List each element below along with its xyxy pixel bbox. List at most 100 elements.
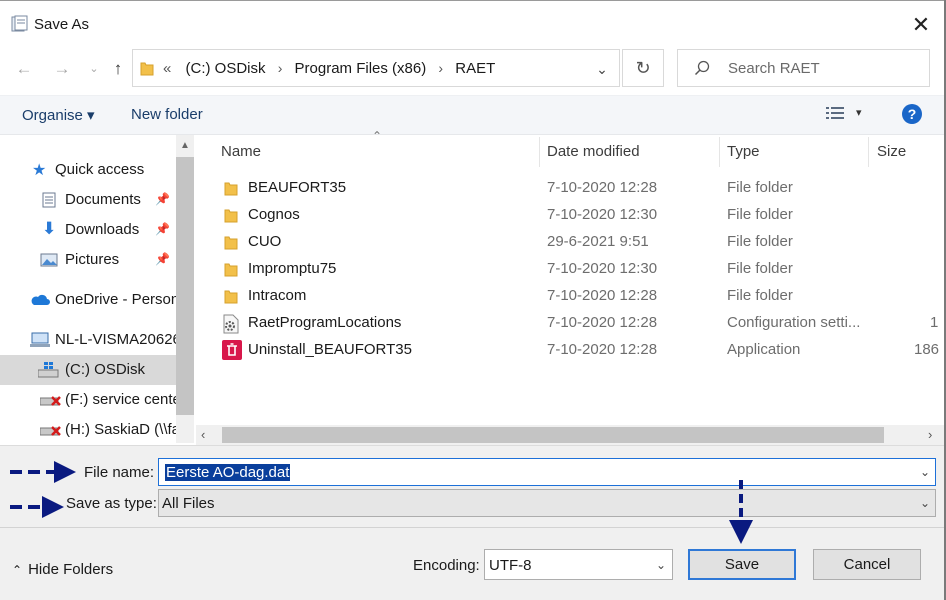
new-folder-button[interactable]: New folder xyxy=(131,106,203,123)
config-file-icon xyxy=(222,314,240,338)
file-date: 7-10-2020 12:28 xyxy=(547,314,658,331)
chevron-down-icon[interactable]: ⌄ xyxy=(917,464,933,480)
chevron-down-icon[interactable]: ⌄ xyxy=(653,557,669,573)
save-as-type-select[interactable]: All Files ⌄ xyxy=(158,489,936,517)
save-button[interactable]: Save xyxy=(688,549,796,580)
nav-item-this-pc[interactable]: NL-L-VISMA20626 xyxy=(0,325,176,355)
cloud-icon xyxy=(30,294,50,310)
nav-item-label: Downloads xyxy=(65,221,140,238)
view-options-chevron-icon[interactable]: ▾ xyxy=(856,106,862,119)
close-icon[interactable]: ✕ xyxy=(906,10,936,40)
star-icon: ★ xyxy=(32,162,47,179)
table-row[interactable]: Impromptu75 7-10-2020 12:30 File folder xyxy=(196,256,946,283)
scroll-left-icon[interactable]: ‹ xyxy=(201,427,205,442)
nav-item-documents[interactable]: Documents 📌 xyxy=(0,185,176,215)
save-as-type-value: All Files xyxy=(162,495,215,512)
file-type: File folder xyxy=(727,206,793,223)
file-name: Uninstall_BEAUFORT35 xyxy=(248,341,412,358)
window-title: Save As xyxy=(34,16,90,33)
organise-button[interactable]: Organise ▾ xyxy=(22,106,95,124)
file-name: RaetProgramLocations xyxy=(248,314,402,331)
nav-item-h-drive[interactable]: (H:) SaskiaD (\\fa xyxy=(0,415,176,445)
save-as-app-icon xyxy=(10,15,28,33)
table-row[interactable]: RaetProgramLocations 7-10-2020 12:28 Con… xyxy=(196,310,946,337)
arrow-down-icon xyxy=(729,520,753,544)
file-name: Intracom xyxy=(248,287,307,304)
nav-item-label: OneDrive - Person xyxy=(55,291,176,308)
nav-item-onedrive[interactable]: OneDrive - Person xyxy=(0,285,176,315)
breadcrumb-raet[interactable]: RAET xyxy=(455,60,495,77)
pictures-icon xyxy=(40,253,58,271)
back-arrow-icon[interactable]: ← xyxy=(12,57,36,81)
file-name-field[interactable]: Eerste AO-dag.dat ⌄ xyxy=(158,458,936,486)
column-header-name[interactable]: Name xyxy=(221,143,261,160)
table-row[interactable]: CUO 29-6-2021 9:51 File folder xyxy=(196,229,946,256)
hide-folders-button[interactable]: ⌃ Hide Folders xyxy=(12,561,113,578)
folder-icon xyxy=(224,208,238,223)
nav-item-label: NL-L-VISMA20626 xyxy=(55,331,176,348)
breadcrumb-program-files[interactable]: Program Files (x86) xyxy=(295,60,427,77)
refresh-icon[interactable]: ↻ xyxy=(622,49,664,87)
forward-arrow-icon[interactable]: → xyxy=(50,57,74,81)
table-row[interactable]: BEAUFORT35 7-10-2020 12:28 File folder xyxy=(196,175,946,202)
breadcrumb-overflow[interactable]: « xyxy=(163,60,171,77)
encoding-select[interactable]: UTF-8 ⌄ xyxy=(484,549,673,580)
folder-icon xyxy=(224,289,238,304)
column-divider[interactable] xyxy=(719,137,720,167)
nav-item-pictures[interactable]: Pictures 📌 xyxy=(0,245,176,275)
table-row[interactable]: Uninstall_BEAUFORT35 7-10-2020 12:28 App… xyxy=(196,337,946,364)
nav-pane-scroll-thumb[interactable] xyxy=(176,157,194,415)
file-date: 29-6-2021 9:51 xyxy=(547,233,649,250)
file-name-value[interactable]: Eerste AO-dag.dat xyxy=(165,464,291,481)
address-bar[interactable]: « (C:) OSDisk › Program Files (x86) › RA… xyxy=(132,49,620,87)
breadcrumb-osdisk[interactable]: (C:) OSDisk xyxy=(186,60,266,77)
horizontal-scroll-thumb[interactable] xyxy=(222,427,884,443)
folder-icon xyxy=(224,181,238,196)
file-type: Configuration setti... xyxy=(727,314,861,331)
nav-item-downloads[interactable]: ⬇ Downloads 📌 xyxy=(0,215,176,245)
column-divider[interactable] xyxy=(868,137,869,167)
uninstaller-icon xyxy=(222,340,242,364)
nav-item-f-drive[interactable]: (F:) service cente xyxy=(0,385,176,415)
chevron-down-icon[interactable]: ⌄ xyxy=(917,495,933,511)
cancel-button[interactable]: Cancel xyxy=(813,549,921,580)
file-type: File folder xyxy=(727,179,793,196)
chevron-down-icon[interactable]: ⌄ xyxy=(591,58,613,80)
search-icon xyxy=(694,60,710,76)
navigation-pane: ★ Quick access Documents 📌 ⬇ Downloads 📌… xyxy=(0,135,195,445)
view-details-icon[interactable] xyxy=(826,106,846,122)
pin-icon: 📌 xyxy=(155,192,170,206)
chevron-right-icon[interactable]: › xyxy=(438,60,443,76)
column-header-size[interactable]: Size xyxy=(877,143,906,160)
folder-icon xyxy=(224,235,238,250)
title-bar xyxy=(0,0,946,50)
up-arrow-icon[interactable]: ↑ xyxy=(106,57,130,81)
scroll-right-icon[interactable]: › xyxy=(928,427,932,442)
folder-icon xyxy=(224,262,238,277)
nav-item-quick-access[interactable]: ★ Quick access xyxy=(0,155,176,185)
nav-item-label: (F:) service cente xyxy=(65,391,176,408)
encoding-label: Encoding: xyxy=(413,557,480,574)
table-row[interactable]: Intracom 7-10-2020 12:28 File folder xyxy=(196,283,946,310)
column-divider[interactable] xyxy=(539,137,540,167)
nav-item-osdisk[interactable]: (C:) OSDisk xyxy=(0,355,176,385)
recent-locations-chevron-icon[interactable]: ⌄ xyxy=(82,57,106,81)
chevron-right-icon[interactable]: › xyxy=(278,60,283,76)
file-date: 7-10-2020 12:28 xyxy=(547,341,658,358)
column-header-date[interactable]: Date modified xyxy=(547,143,640,160)
file-date: 7-10-2020 12:30 xyxy=(547,260,658,277)
nav-item-label: Pictures xyxy=(65,251,120,268)
annotation-arrow-file-name xyxy=(10,470,58,474)
file-type: Application xyxy=(727,341,801,358)
search-input[interactable]: Search RAET xyxy=(728,60,820,77)
breadcrumb: « (C:) OSDisk › Program Files (x86) › RA… xyxy=(163,60,503,77)
table-row[interactable]: Cognos 7-10-2020 12:30 File folder xyxy=(196,202,946,229)
help-icon[interactable]: ? xyxy=(902,104,922,124)
file-size: 1 xyxy=(930,314,939,331)
column-header-type[interactable]: Type xyxy=(727,143,760,160)
nav-item-label: (C:) OSDisk xyxy=(65,361,145,378)
scroll-up-icon[interactable]: ▲ xyxy=(176,136,194,156)
search-box[interactable]: Search RAET xyxy=(677,49,930,87)
network-drive-disconnected-icon xyxy=(39,424,62,442)
file-name: Impromptu75 xyxy=(248,260,337,277)
